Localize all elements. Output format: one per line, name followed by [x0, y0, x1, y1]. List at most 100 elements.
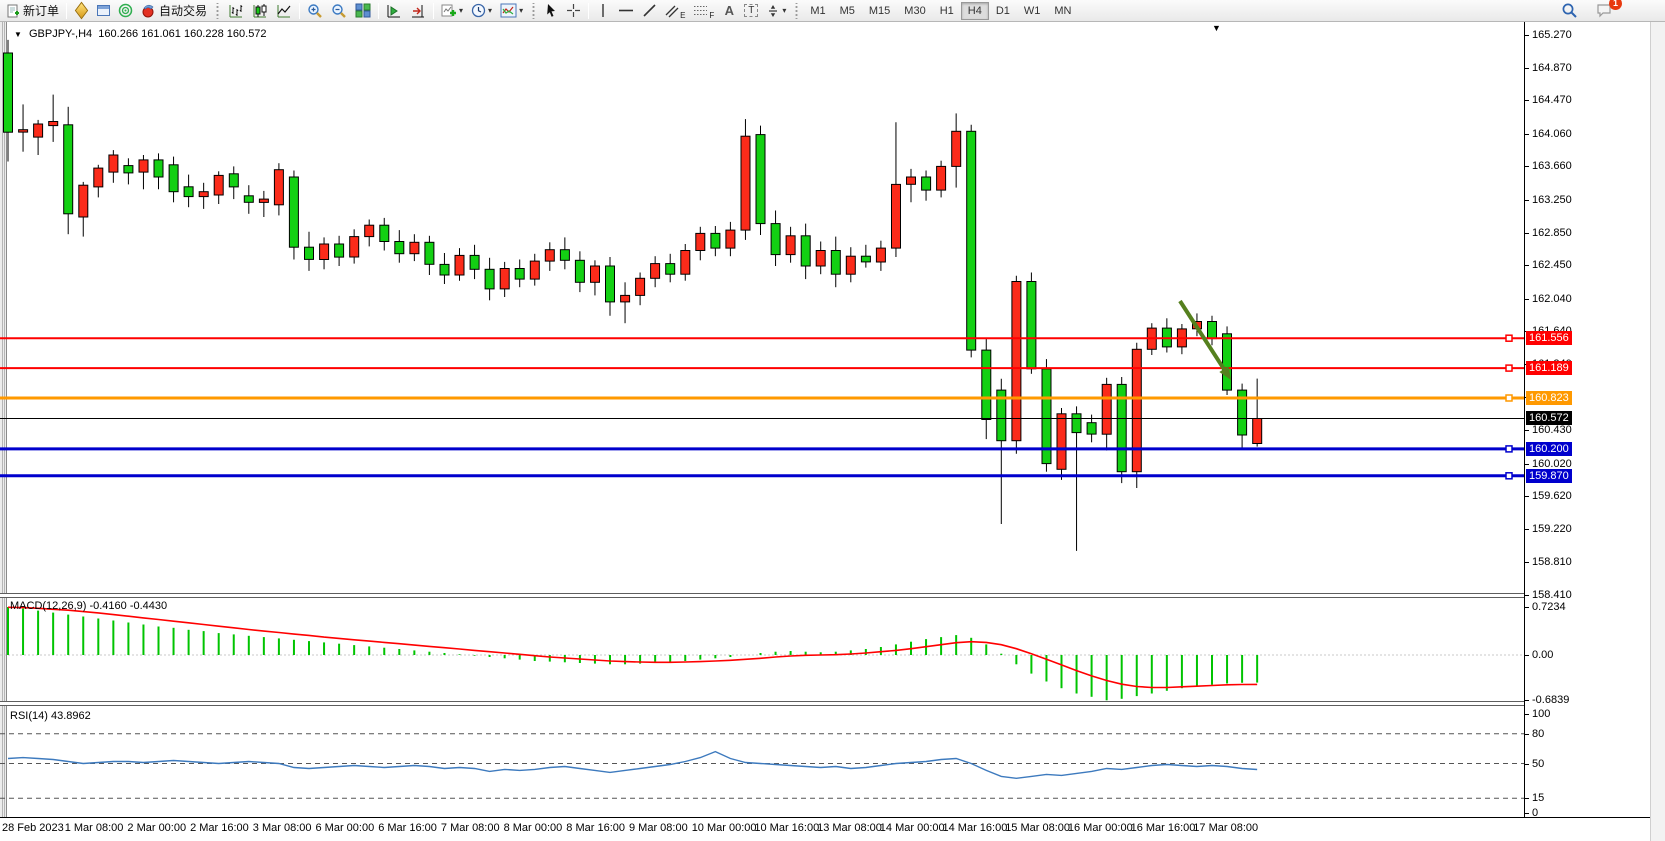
zoom-in-button[interactable]	[303, 1, 327, 21]
time-axis-label: 15 Mar 08:00	[1005, 822, 1070, 834]
axis-tick	[1525, 496, 1529, 497]
timeframe-button-w1[interactable]: W1	[1017, 2, 1048, 20]
tile-windows-button[interactable]	[351, 1, 375, 21]
auto-trading-label: 自动交易	[159, 2, 207, 19]
rsi-indicator-label: RSI(14) 43.8962	[10, 710, 91, 722]
toolbar-drag-handle[interactable]	[794, 3, 799, 19]
notifications-button[interactable]: 1	[1592, 1, 1617, 21]
axis-tick	[1525, 655, 1529, 656]
timeframe-button-m30[interactable]: M30	[897, 2, 932, 20]
clock-icon	[471, 3, 486, 18]
templates-button[interactable]: ▾	[496, 1, 527, 21]
macd-panel-canvas[interactable]	[0, 598, 1524, 705]
panel-separator[interactable]	[0, 593, 1524, 598]
arrows-tool-button[interactable]: ▾	[762, 1, 790, 21]
price-tick-label: 162.450	[1532, 259, 1572, 271]
fibonacci-subscript: F	[709, 11, 714, 20]
axis-tick	[1525, 265, 1529, 266]
search-button[interactable]	[1557, 1, 1582, 21]
rsi-panel-canvas[interactable]	[0, 706, 1524, 818]
timeframe-button-m1[interactable]: M1	[803, 2, 832, 20]
auto-scroll-button[interactable]	[382, 1, 406, 21]
channel-tool-button[interactable]: E	[661, 1, 689, 21]
price-chart-canvas[interactable]	[0, 24, 1524, 593]
time-axis[interactable]: 28 Feb 20231 Mar 08:002 Mar 00:002 Mar 1…	[0, 818, 1524, 841]
axis-tick	[1525, 607, 1529, 608]
new-chart-icon	[441, 3, 457, 18]
price-tick-label: 158.810	[1532, 556, 1572, 568]
timeframe-button-d1[interactable]: D1	[989, 2, 1017, 20]
time-axis-label: 1 Mar 08:00	[65, 822, 124, 834]
price-tick-label: 163.250	[1532, 194, 1572, 206]
axis-tick	[1525, 68, 1529, 69]
time-axis-label: 10 Mar 16:00	[754, 822, 819, 834]
ohlc-high: 161.061	[141, 28, 181, 40]
horizontal-line-tool-button[interactable]	[614, 1, 638, 21]
toolbar-separator	[66, 3, 67, 19]
timeframe-button-h4[interactable]: H4	[961, 2, 989, 20]
signal-icon	[118, 3, 133, 18]
zoom-out-button[interactable]	[327, 1, 351, 21]
crosshair-tool-button[interactable]	[562, 1, 585, 21]
price-tick-label: 159.620	[1532, 490, 1572, 502]
chevron-down-icon: ▾	[519, 6, 523, 15]
bar-chart-type-button[interactable]	[224, 1, 248, 21]
vertical-line-tool-button[interactable]	[592, 1, 614, 21]
symbol-period-label: GBPJPY-,H4	[29, 28, 92, 40]
axis-tick	[1525, 562, 1529, 563]
fibonacci-tool-button[interactable]: F	[689, 1, 718, 21]
horizontal-line-icon	[618, 3, 634, 18]
equidistant-channel-icon	[665, 3, 679, 18]
cursor-tool-button[interactable]	[540, 1, 562, 21]
toolbar-drag-handle[interactable]	[215, 3, 220, 19]
timeframe-button-h1[interactable]: H1	[933, 2, 961, 20]
line-chart-icon	[276, 3, 292, 18]
periods-button[interactable]: ▾	[467, 1, 496, 21]
bar-chart-icon	[228, 3, 244, 18]
time-axis-label: 2 Mar 16:00	[190, 822, 249, 834]
text-tool-button[interactable]: A	[718, 1, 740, 21]
search-icon	[1561, 2, 1578, 19]
new-chart-button[interactable]: ▾	[437, 1, 467, 21]
macd-indicator-label: MACD(12,26,9) -0.4160 -0.4430	[10, 600, 167, 612]
price-tick-label: 164.060	[1532, 128, 1572, 140]
panel-separator[interactable]	[0, 701, 1524, 706]
timeframe-button-m15[interactable]: M15	[862, 2, 897, 20]
macd-tick-label: -0.6839	[1532, 694, 1569, 706]
candlestick-type-button[interactable]	[248, 1, 272, 21]
axis-tick	[1525, 529, 1529, 530]
charts-button[interactable]	[92, 1, 114, 21]
vertical-line-icon	[597, 3, 609, 18]
label-tool-button[interactable]: T	[740, 1, 762, 21]
market-watch-icon	[74, 2, 87, 20]
price-tick-label: 164.870	[1532, 62, 1572, 74]
time-axis-label: 14 Mar 16:00	[943, 822, 1008, 834]
time-axis-label: 13 Mar 08:00	[817, 822, 882, 834]
toolbar-drag-handle[interactable]	[531, 3, 536, 19]
toolbar-separator	[433, 3, 434, 19]
auto-trading-icon	[141, 4, 156, 18]
toolbar-separator	[588, 3, 589, 19]
new-order-button[interactable]: 新订单	[2, 1, 63, 21]
title-dropdown-icon[interactable]: ▼	[14, 30, 22, 39]
candlestick-icon	[252, 3, 268, 18]
time-axis-label: 14 Mar 00:00	[880, 822, 945, 834]
price-tick-label: 159.220	[1532, 523, 1572, 535]
timeframe-button-m5[interactable]: M5	[833, 2, 862, 20]
time-axis-label: 2 Mar 00:00	[127, 822, 186, 834]
axis-tick	[1525, 734, 1529, 735]
timeframe-button-mn[interactable]: MN	[1047, 2, 1078, 20]
trendline-tool-button[interactable]	[638, 1, 661, 21]
auto-trading-button[interactable]: 自动交易	[137, 1, 211, 21]
axis-tick	[1525, 233, 1529, 234]
line-chart-type-button[interactable]	[272, 1, 296, 21]
axis-tick	[1525, 35, 1529, 36]
timeframe-group: M1M5M15M30H1H4D1W1MN	[803, 2, 1078, 20]
market-watch-button[interactable]	[70, 1, 92, 21]
price-axis[interactable]: 165.270164.870164.470164.060163.660163.2…	[1524, 22, 1650, 818]
price-tick-label: 158.410	[1532, 589, 1572, 601]
axis-tick	[1525, 700, 1529, 701]
chart-shift-button[interactable]	[406, 1, 430, 21]
signals-button[interactable]	[114, 1, 137, 21]
time-axis-label: 9 Mar 08:00	[629, 822, 688, 834]
